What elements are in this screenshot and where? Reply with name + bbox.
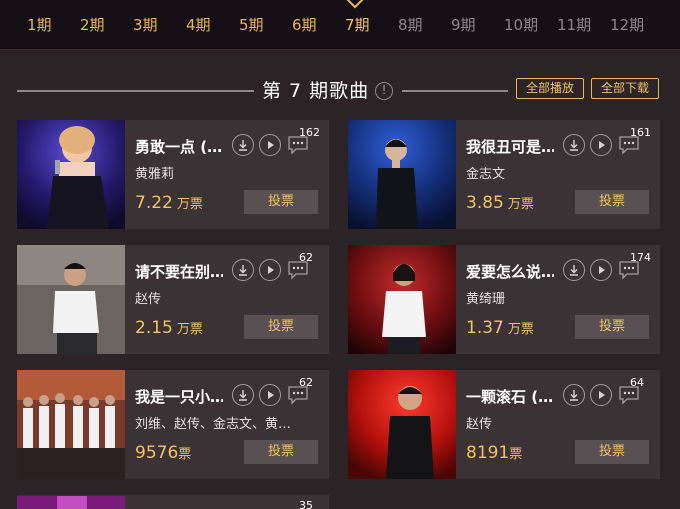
- vote-number: 7.22: [135, 193, 173, 213]
- comment-count: 62: [299, 251, 313, 264]
- singer-name[interactable]: 赵传: [466, 413, 626, 431]
- download-icon[interactable]: [563, 134, 585, 156]
- singer-name[interactable]: 金志文: [466, 163, 626, 181]
- episode-tab-2[interactable]: 2期: [80, 14, 105, 36]
- comment-count: 35: [299, 499, 313, 509]
- song-card: 35: [17, 495, 329, 509]
- download-icon[interactable]: [563, 259, 585, 281]
- song-card: 请不要在别… 62 赵传 2.15 万票 投票: [17, 245, 329, 354]
- song-card: 勇敢一点 (… 162 黄雅莉 7.22 万票 投票: [17, 120, 329, 229]
- song-cover-image[interactable]: [348, 245, 456, 354]
- download-icon[interactable]: [563, 384, 585, 406]
- download-icon[interactable]: [232, 259, 254, 281]
- play-icon[interactable]: [590, 384, 612, 406]
- episode-nav: 1期 2期 3期 4期 5期 6期 7期 8期 9期 10期 11期 12期: [0, 0, 680, 50]
- song-title[interactable]: 勇敢一点 (…: [135, 136, 223, 156]
- vote-button[interactable]: 投票: [244, 440, 318, 464]
- vote-button[interactable]: 投票: [575, 440, 649, 464]
- play-all-button[interactable]: 全部播放: [516, 78, 584, 99]
- vote-button[interactable]: 投票: [575, 190, 649, 214]
- song-cover-image[interactable]: [17, 245, 125, 354]
- vote-number: 9576: [135, 443, 179, 463]
- header-divider-left: [17, 90, 254, 92]
- singer-name[interactable]: 黄绮珊: [466, 288, 626, 306]
- episode-tab-6[interactable]: 6期: [292, 14, 317, 36]
- singer-name[interactable]: 刘维、赵传、金志文、黄…: [135, 413, 295, 431]
- vote-count: 2.15 万票: [135, 316, 203, 340]
- song-title[interactable]: 我是一只小…: [135, 386, 223, 406]
- song-card: 一颗滚石 (… 64 赵传 8191票 投票: [348, 370, 660, 479]
- download-icon[interactable]: [232, 384, 254, 406]
- song-card: 爱要怎么说… 174 黄绮珊 1.37 万票 投票: [348, 245, 660, 354]
- song-title[interactable]: 一颗滚石 (…: [466, 386, 554, 406]
- vote-unit: 万票: [507, 197, 534, 212]
- song-cover-image[interactable]: [17, 370, 125, 479]
- song-cover-image[interactable]: [17, 120, 125, 229]
- episode-tab-7[interactable]: 7期: [345, 14, 370, 36]
- song-cover-image[interactable]: [17, 495, 125, 509]
- vote-unit: 万票: [507, 322, 534, 337]
- vote-count: 9576票: [135, 441, 191, 465]
- vote-unit: 万票: [176, 197, 203, 212]
- episode-tab-5[interactable]: 5期: [239, 14, 264, 36]
- comment-count: 161: [630, 126, 651, 139]
- vote-button[interactable]: 投票: [244, 315, 318, 339]
- section-title: 第 7 期歌曲: [262, 80, 370, 102]
- play-icon[interactable]: [590, 259, 612, 281]
- episode-tab-11[interactable]: 11期: [557, 14, 591, 36]
- vote-number: 8191: [466, 443, 510, 463]
- vote-count: 1.37 万票: [466, 316, 534, 340]
- vote-count: 3.85 万票: [466, 191, 534, 215]
- song-title[interactable]: 我很丑可是…: [466, 136, 554, 156]
- comment-count: 64: [630, 376, 644, 389]
- download-all-button[interactable]: 全部下载: [591, 78, 659, 99]
- episode-tab-8[interactable]: 8期: [398, 14, 423, 36]
- active-episode-marker-icon: [346, 0, 364, 9]
- vote-unit: 票: [178, 447, 192, 462]
- episode-tab-9[interactable]: 9期: [451, 14, 476, 36]
- episode-tab-3[interactable]: 3期: [133, 14, 158, 36]
- vote-number: 2.15: [135, 318, 173, 338]
- info-icon[interactable]: !: [375, 82, 393, 100]
- comment-count: 162: [299, 126, 320, 139]
- singer-name[interactable]: 黄雅莉: [135, 163, 295, 181]
- vote-number: 3.85: [466, 193, 504, 213]
- episode-tab-10[interactable]: 10期: [504, 14, 538, 36]
- play-icon[interactable]: [259, 134, 281, 156]
- song-cover-image[interactable]: [348, 370, 456, 479]
- episode-tab-4[interactable]: 4期: [186, 14, 211, 36]
- header-divider-right: [402, 90, 508, 92]
- song-title[interactable]: 爱要怎么说…: [466, 261, 554, 281]
- play-icon[interactable]: [590, 134, 612, 156]
- vote-count: 8191票: [466, 441, 522, 465]
- singer-name[interactable]: 赵传: [135, 288, 295, 306]
- vote-unit: 票: [509, 447, 523, 462]
- vote-button[interactable]: 投票: [244, 190, 318, 214]
- vote-number: 1.37: [466, 318, 504, 338]
- song-card: 我很丑可是… 161 金志文 3.85 万票 投票: [348, 120, 660, 229]
- download-icon[interactable]: [232, 134, 254, 156]
- song-cover-image[interactable]: [348, 120, 456, 229]
- song-card: 我是一只小… 62 刘维、赵传、金志文、黄… 9576票 投票: [17, 370, 329, 479]
- vote-count: 7.22 万票: [135, 191, 203, 215]
- song-title[interactable]: 请不要在别…: [135, 261, 223, 281]
- play-icon[interactable]: [259, 384, 281, 406]
- vote-button[interactable]: 投票: [575, 315, 649, 339]
- comment-count: 62: [299, 376, 313, 389]
- comment-count: 174: [630, 251, 651, 264]
- episode-tab-12[interactable]: 12期: [610, 14, 644, 36]
- vote-unit: 万票: [176, 322, 203, 337]
- episode-tab-1[interactable]: 1期: [27, 14, 52, 36]
- play-icon[interactable]: [259, 259, 281, 281]
